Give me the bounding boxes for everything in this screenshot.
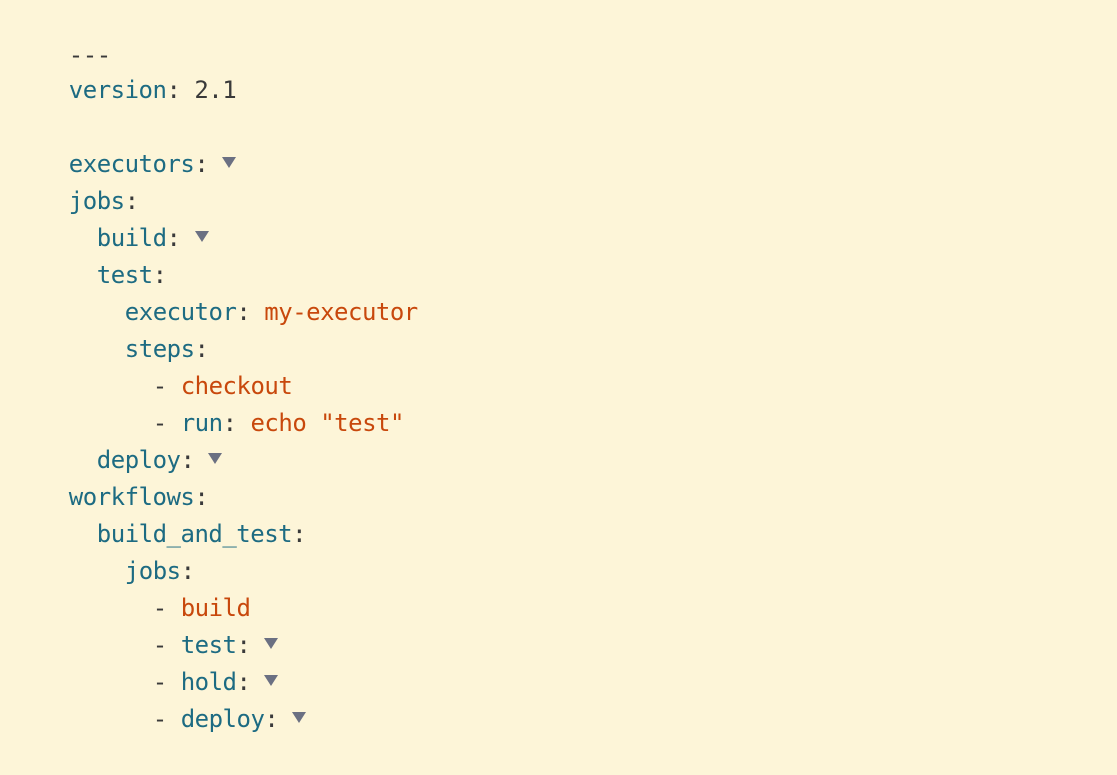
colon: : <box>222 409 237 437</box>
run-value: echo "test" <box>250 409 404 437</box>
line-jobs: jobs: <box>13 146 139 215</box>
colon: : <box>166 76 181 104</box>
line-doc-start: --- <box>13 0 111 69</box>
line-build: build: <box>13 183 209 252</box>
line-wf-jobs: jobs: <box>13 516 195 585</box>
colon: : <box>292 520 307 548</box>
executor-value: my-executor <box>264 298 418 326</box>
list-dash: - <box>152 705 181 733</box>
line-wf-build: - build <box>13 553 251 622</box>
line-wf-test: - test: <box>13 590 279 659</box>
line-wf-hold: - hold: <box>13 627 279 696</box>
colon: : <box>194 150 209 178</box>
line-workflows: workflows: <box>13 442 209 511</box>
colon: : <box>264 705 279 733</box>
line-wf-deploy: - deploy: <box>13 664 307 733</box>
line-steps: steps: <box>13 294 209 363</box>
fold-toggle-icon[interactable] <box>292 712 307 723</box>
line-build-and-test: build_and_test: <box>13 479 307 548</box>
colon: : <box>236 298 251 326</box>
line-executors: executors: <box>13 109 237 178</box>
version-value: 2.1 <box>194 76 237 104</box>
line-step-checkout: - checkout <box>13 331 293 400</box>
version-key: version <box>68 76 167 104</box>
line-step-run: - run: echo "test" <box>13 368 405 437</box>
wf-deploy-key: deploy <box>180 705 265 733</box>
line-version: version: 2.1 <box>13 35 237 104</box>
line-test: test: <box>13 220 167 289</box>
yaml-editor[interactable]: --- version: 2.1 executors: jobs: build:… <box>0 0 1117 746</box>
fold-toggle-icon[interactable] <box>194 231 209 242</box>
line-deploy: deploy: <box>13 405 223 474</box>
fold-toggle-icon[interactable] <box>222 157 237 168</box>
colon: : <box>166 224 181 252</box>
line-executor: executor: my-executor <box>13 257 418 326</box>
fold-toggle-icon[interactable] <box>208 453 223 464</box>
